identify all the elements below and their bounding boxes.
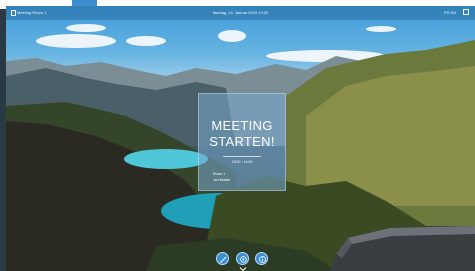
pencil-icon: [220, 256, 227, 263]
start-meeting-card[interactable]: MEETING STARTEN! 13:00 - 14:00 Room 1 Ja…: [198, 93, 286, 191]
settings-icon: [240, 256, 247, 263]
info-button[interactable]: [255, 252, 268, 265]
conference-device: [330, 226, 475, 271]
settings-button[interactable]: [236, 252, 249, 265]
meeting-organizer: Jan Muster: [213, 178, 231, 182]
title-line-1: MEETING: [211, 118, 273, 133]
grid-icon[interactable]: [463, 9, 469, 15]
start-meeting-title: MEETING STARTEN!: [199, 118, 285, 150]
meeting-time: 13:00 - 14:00: [231, 160, 253, 164]
title-line-2: STARTEN!: [209, 134, 275, 149]
current-datetime: Montag, 14. Januar 2019 13:03: [212, 10, 269, 15]
top-bar: Meeting Room 1 Montag, 14. Januar 2019 1…: [6, 6, 475, 20]
edit-button[interactable]: [216, 252, 229, 265]
language-switch[interactable]: FR EN: [444, 10, 456, 15]
card-divider: [223, 156, 261, 157]
meeting-room: Room 1: [213, 172, 226, 176]
chevron-down-icon[interactable]: [239, 266, 247, 271]
info-icon: [259, 256, 266, 263]
